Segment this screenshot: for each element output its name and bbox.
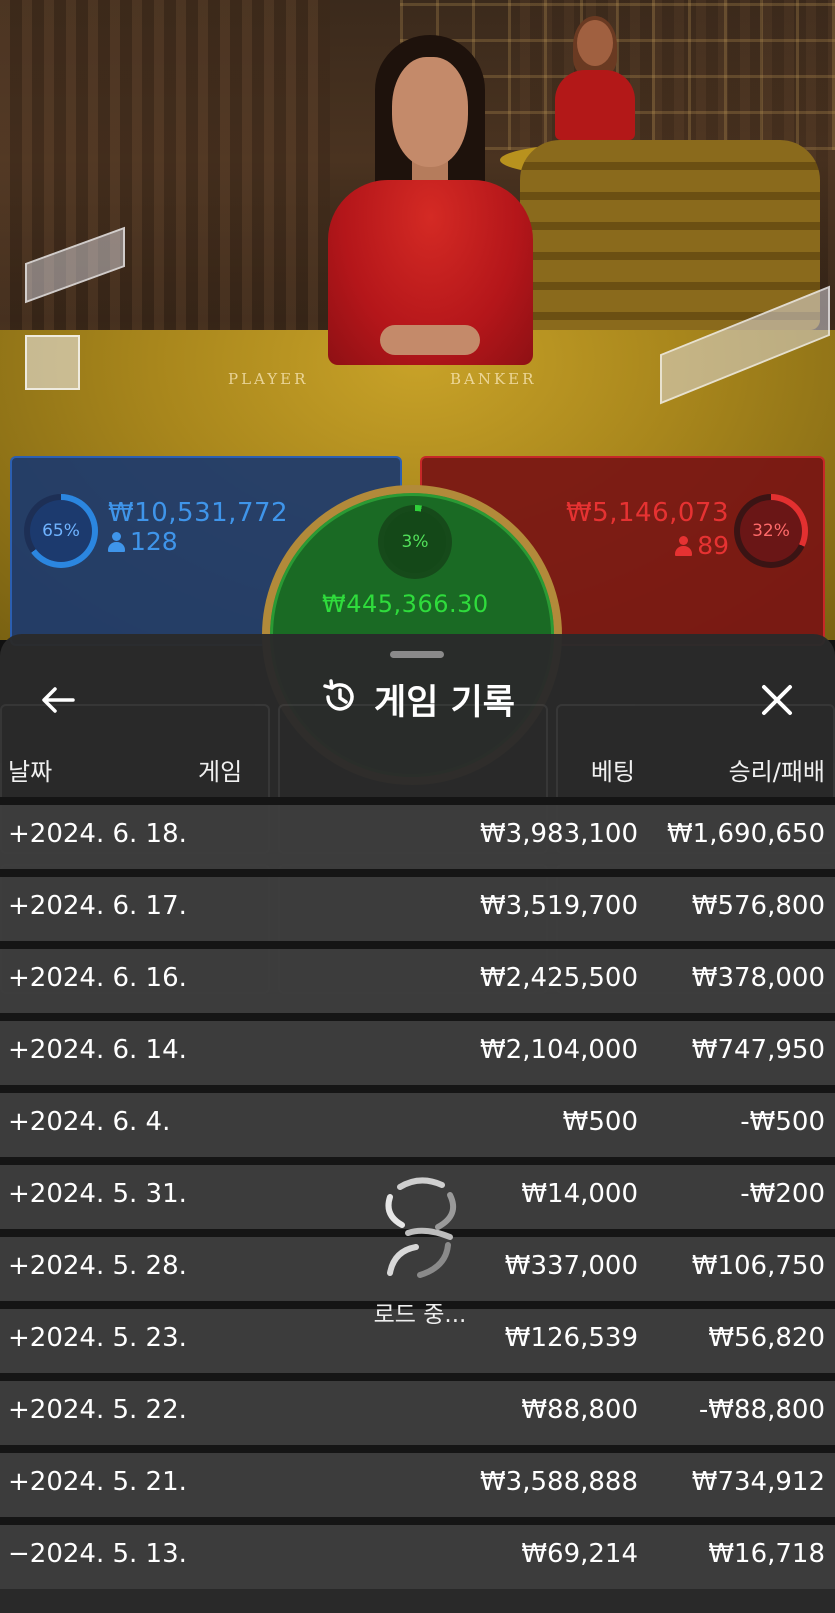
- history-row-date: +2024. 5. 28.: [8, 1251, 187, 1281]
- player-bettor-count: 128: [108, 527, 178, 556]
- game-history-sheet: 게임 기록 날짜 게임 베팅 승리/패배 +2024. 6. 18. ₩3,983…: [0, 634, 835, 1613]
- history-row-bet: ₩3,519,700: [479, 891, 638, 921]
- history-row-result: -₩200: [740, 1179, 825, 1209]
- history-row-result: ₩56,820: [708, 1323, 825, 1353]
- history-row-result: ₩378,000: [691, 963, 825, 993]
- history-row-bet: ₩337,000: [504, 1251, 638, 1281]
- banker-bet-amount: ₩5,146,073: [565, 498, 729, 528]
- table-label-player: PLAYER: [228, 370, 309, 388]
- history-row-date: +2024. 6. 18.: [8, 819, 187, 849]
- history-row-bet: ₩69,214: [521, 1539, 638, 1569]
- card-shoe-right: [660, 285, 835, 405]
- dealer: [320, 35, 540, 365]
- history-row[interactable]: +2024. 6. 14. ₩2,104,000 ₩747,950: [0, 1013, 835, 1085]
- banker-count-value: 89: [697, 531, 729, 560]
- history-row-date: +2024. 6. 14.: [8, 1035, 187, 1065]
- person-icon: [108, 531, 125, 552]
- back-button[interactable]: [30, 672, 86, 728]
- player-percent-ring: 65%: [24, 494, 98, 568]
- history-row-result: ₩747,950: [691, 1035, 825, 1065]
- history-row-date: +2024. 5. 23.: [8, 1323, 187, 1353]
- tie-percent: 3%: [384, 511, 446, 573]
- history-row-bet: ₩88,800: [521, 1395, 638, 1425]
- history-row[interactable]: +2024. 5. 21. ₩3,588,888 ₩734,912: [0, 1445, 835, 1517]
- history-row-date: +2024. 5. 22.: [8, 1395, 187, 1425]
- column-date[interactable]: 날짜: [8, 752, 52, 787]
- history-row-bet: ₩2,425,500: [479, 963, 638, 993]
- history-row-bet: ₩14,000: [521, 1179, 638, 1209]
- history-row-result: -₩88,800: [698, 1395, 825, 1425]
- tie-percent-ring: 3%: [378, 505, 452, 579]
- tie-bet-amount: ₩445,366.30: [322, 590, 489, 618]
- column-bet[interactable]: 베팅: [591, 752, 635, 787]
- table-label-banker: BANKER: [450, 370, 537, 388]
- banker-percent-ring: 32%: [734, 494, 808, 568]
- history-row[interactable]: +2024. 5. 22. ₩88,800 -₩88,800: [0, 1373, 835, 1445]
- banker-percent: 32%: [740, 500, 802, 562]
- sheet-title-group: 게임 기록: [0, 664, 835, 734]
- arrow-left-icon: [42, 687, 75, 713]
- history-row[interactable]: +2024. 6. 17. ₩3,519,700 ₩576,800: [0, 869, 835, 941]
- history-row-bet: ₩3,983,100: [479, 819, 638, 849]
- history-row-date: +2024. 5. 21.: [8, 1467, 187, 1497]
- history-row-date: +2024. 6. 16.: [8, 963, 187, 993]
- history-row[interactable]: −2024. 5. 13. ₩69,214 ₩16,718: [0, 1517, 835, 1589]
- loading-spinner-icon: [385, 1177, 456, 1278]
- history-row[interactable]: +2024. 6. 16. ₩2,425,500 ₩378,000: [0, 941, 835, 1013]
- column-game[interactable]: 게임: [198, 752, 242, 787]
- history-row-result: ₩16,718: [708, 1539, 825, 1569]
- history-row-date: −2024. 5. 13.: [8, 1539, 187, 1569]
- history-icon: [320, 677, 360, 721]
- person-icon: [675, 535, 693, 556]
- loading-text: 로드 중...: [373, 1302, 467, 1328]
- loading-indicator: 로드 중...: [355, 1175, 485, 1329]
- column-result[interactable]: 승리/패배: [729, 752, 825, 787]
- history-row-bet: ₩126,539: [504, 1323, 638, 1353]
- sheet-drag-handle[interactable]: [390, 651, 444, 658]
- history-row-result: ₩1,690,650: [666, 819, 825, 849]
- sheet-title: 게임 기록: [374, 682, 515, 723]
- history-row-result: ₩576,800: [691, 891, 825, 921]
- history-row-date: +2024. 6. 17.: [8, 891, 187, 921]
- history-row-bet: ₩500: [562, 1107, 638, 1137]
- history-row[interactable]: +2024. 6. 4. ₩500 -₩500: [0, 1085, 835, 1157]
- history-row-result: -₩500: [740, 1107, 825, 1137]
- background-dealer: [555, 16, 635, 140]
- history-row-result: ₩734,912: [691, 1467, 825, 1497]
- player-bet-amount: ₩10,531,772: [108, 498, 289, 528]
- history-row-bet: ₩2,104,000: [479, 1035, 638, 1065]
- sheet-header: 게임 기록: [0, 664, 835, 734]
- banker-bettor-count: 89: [675, 531, 729, 560]
- card-shoe-left: [15, 226, 135, 395]
- history-row-bet: ₩3,588,888: [479, 1467, 638, 1497]
- table-header: 날짜 게임 베팅 승리/패배: [0, 744, 835, 790]
- history-row-date: +2024. 5. 31.: [8, 1179, 187, 1209]
- history-row-date: +2024. 6. 4.: [8, 1107, 171, 1137]
- history-row-result: ₩106,750: [691, 1251, 825, 1281]
- player-count-value: 128: [130, 527, 178, 556]
- close-icon: [762, 685, 792, 715]
- player-percent: 65%: [30, 500, 92, 562]
- history-row[interactable]: +2024. 6. 18. ₩3,983,100 ₩1,690,650: [0, 797, 835, 869]
- close-button[interactable]: [749, 672, 805, 728]
